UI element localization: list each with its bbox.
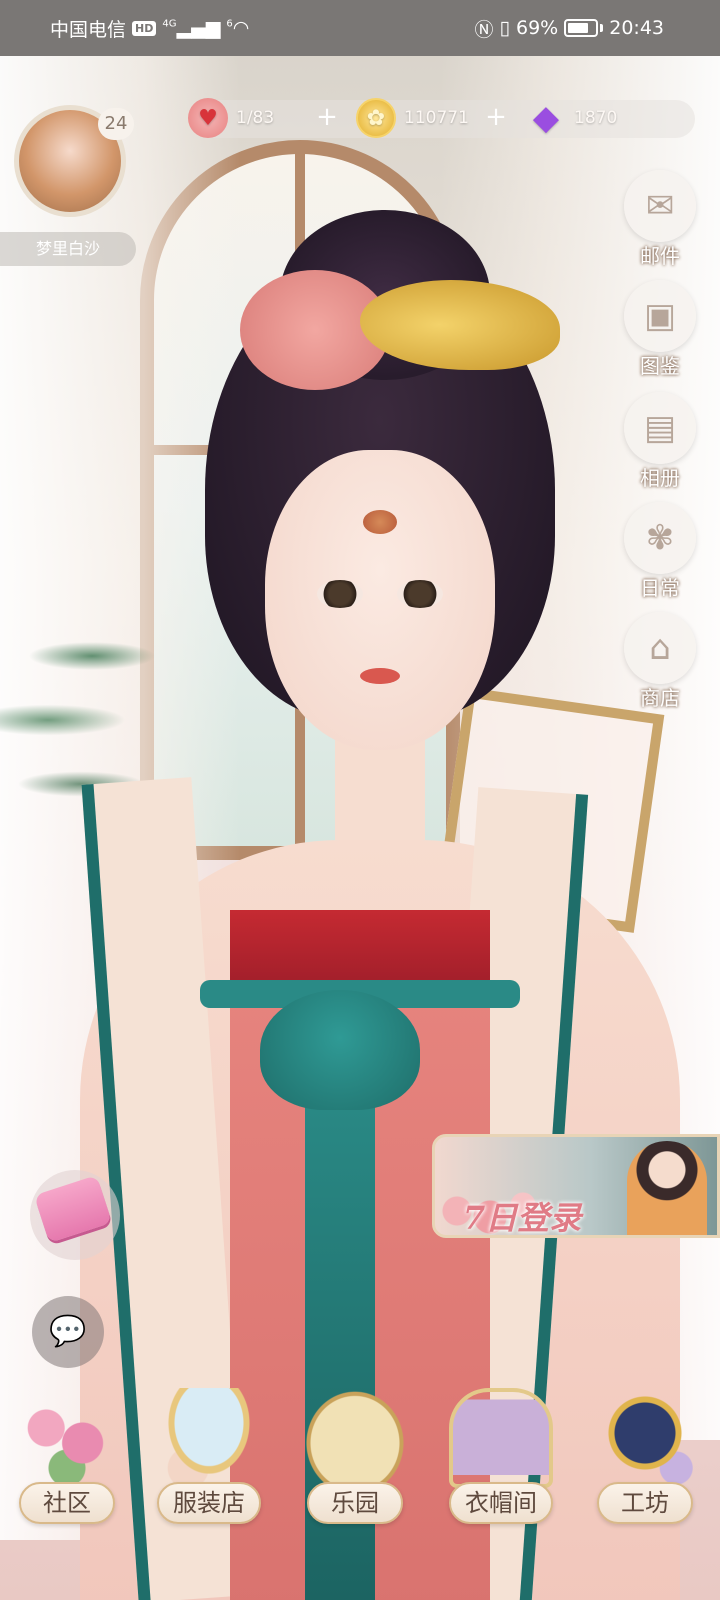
level-badge: 24	[98, 108, 134, 140]
diamond-icon: ◆	[532, 98, 560, 138]
heart-icon: ♥	[188, 98, 228, 138]
nav-park[interactable]: 乐园	[290, 1388, 420, 1538]
daily-button[interactable]: ✾ 日常	[618, 502, 702, 606]
store-button[interactable]: ⌂ 商店	[618, 612, 702, 716]
stamina-counter: ♥ 1/83	[188, 98, 274, 138]
flip-phone-icon	[33, 1175, 113, 1243]
wardrobe-icon	[449, 1388, 553, 1488]
store-label: 商店	[640, 686, 680, 710]
workshop-icon	[593, 1388, 697, 1488]
player-name[interactable]: 梦里白沙	[0, 232, 136, 266]
battery-tip	[600, 24, 604, 32]
network-type: 4G	[162, 18, 177, 30]
wifi-icon: 6◠	[226, 17, 250, 39]
status-left: 中国电信 HD 4G▂▄▆ 6◠	[50, 15, 249, 42]
wifi-version: 6	[226, 18, 233, 30]
chat-bubble-icon: 💬	[49, 1314, 87, 1349]
nfc-icon: Ⓝ	[474, 18, 494, 41]
envelope-icon: ✉	[624, 170, 696, 242]
catalog-label: 图鉴	[640, 354, 680, 378]
nav-clothing-shop[interactable]: 服装店	[144, 1388, 274, 1538]
battery-percent: 69%	[516, 17, 559, 39]
nav-community[interactable]: 社区	[2, 1388, 132, 1538]
battery-icon	[564, 19, 599, 37]
community-icon	[15, 1388, 119, 1488]
catalog-button[interactable]: ▣ 图鉴	[618, 280, 702, 384]
face	[265, 450, 495, 750]
nav-clothing-shop-label: 服装店	[157, 1482, 261, 1524]
album-button[interactable]: ▤ 相册	[618, 392, 702, 496]
nav-workshop-label: 工坊	[597, 1482, 693, 1524]
coin-value: 110771	[404, 108, 469, 128]
coin-counter: ✿ 110771	[356, 98, 469, 138]
status-right: Ⓝ ▯ 69% 20:43	[475, 15, 664, 42]
nav-wardrobe[interactable]: 衣帽间	[436, 1388, 566, 1538]
add-stamina-button[interactable]: +	[313, 104, 341, 132]
stamina-value: 1/83	[236, 108, 275, 128]
nav-park-label: 乐园	[307, 1482, 403, 1524]
chat-button[interactable]: 💬	[32, 1296, 104, 1368]
gem-value: 1870	[574, 108, 618, 128]
daily-label: 日常	[640, 576, 680, 600]
daily-icon: ✾	[624, 502, 696, 574]
nav-workshop[interactable]: 工坊	[580, 1388, 710, 1538]
sash-bow	[260, 990, 420, 1110]
catalog-icon: ▣	[624, 280, 696, 352]
gem-counter: ◆ 1870	[526, 98, 617, 138]
coin-icon: ✿	[356, 98, 396, 138]
mail-button[interactable]: ✉ 邮件	[618, 170, 702, 274]
add-coins-button[interactable]: +	[482, 104, 510, 132]
vibrate-icon: ▯	[499, 17, 510, 39]
carrier-name: 中国电信	[50, 18, 127, 41]
forehead-mark	[363, 510, 397, 534]
album-label: 相册	[640, 466, 680, 490]
seven-day-login-banner[interactable]: 7日登录	[432, 1134, 720, 1238]
park-icon	[303, 1388, 407, 1488]
phone-button[interactable]	[30, 1170, 120, 1260]
store-icon: ⌂	[624, 612, 696, 684]
mail-label: 邮件	[640, 244, 680, 268]
nav-wardrobe-label: 衣帽间	[449, 1482, 553, 1524]
lips	[360, 668, 400, 684]
album-icon: ▤	[624, 392, 696, 464]
status-bar: 中国电信 HD 4G▂▄▆ 6◠ Ⓝ ▯ 69% 20:43	[0, 0, 720, 56]
right-eye	[397, 580, 443, 608]
chest-band	[230, 910, 490, 990]
event-character-portrait	[627, 1141, 707, 1235]
clothing-shop-icon	[157, 1388, 261, 1488]
nav-community-label: 社区	[19, 1482, 115, 1524]
left-eye	[317, 580, 363, 608]
signal-icon: 4G▂▄▆	[162, 17, 221, 39]
clock: 20:43	[609, 17, 664, 39]
event-title: 7日登录	[463, 1199, 582, 1237]
hd-badge: HD	[132, 20, 157, 36]
